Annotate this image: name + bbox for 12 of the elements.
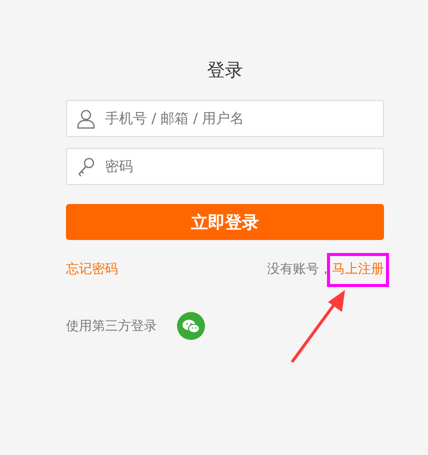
chat-bubbles-icon — [182, 318, 200, 334]
register-link[interactable]: 马上注册 — [332, 262, 384, 277]
login-button[interactable]: 立即登录 — [66, 204, 384, 240]
username-field[interactable]: 手机号 / 邮箱 / 用户名 — [66, 100, 384, 137]
key-icon — [77, 157, 95, 177]
no-account-text: 没有账号， — [267, 262, 332, 277]
login-title: 登录 — [207, 59, 243, 82]
third-party-login-label: 使用第三方登录 — [66, 318, 157, 335]
user-icon — [77, 109, 95, 129]
password-field[interactable]: 密码 — [66, 148, 384, 185]
chat-bubbles-button[interactable] — [177, 312, 205, 340]
forgot-password-link[interactable]: 忘记密码 — [66, 260, 118, 278]
